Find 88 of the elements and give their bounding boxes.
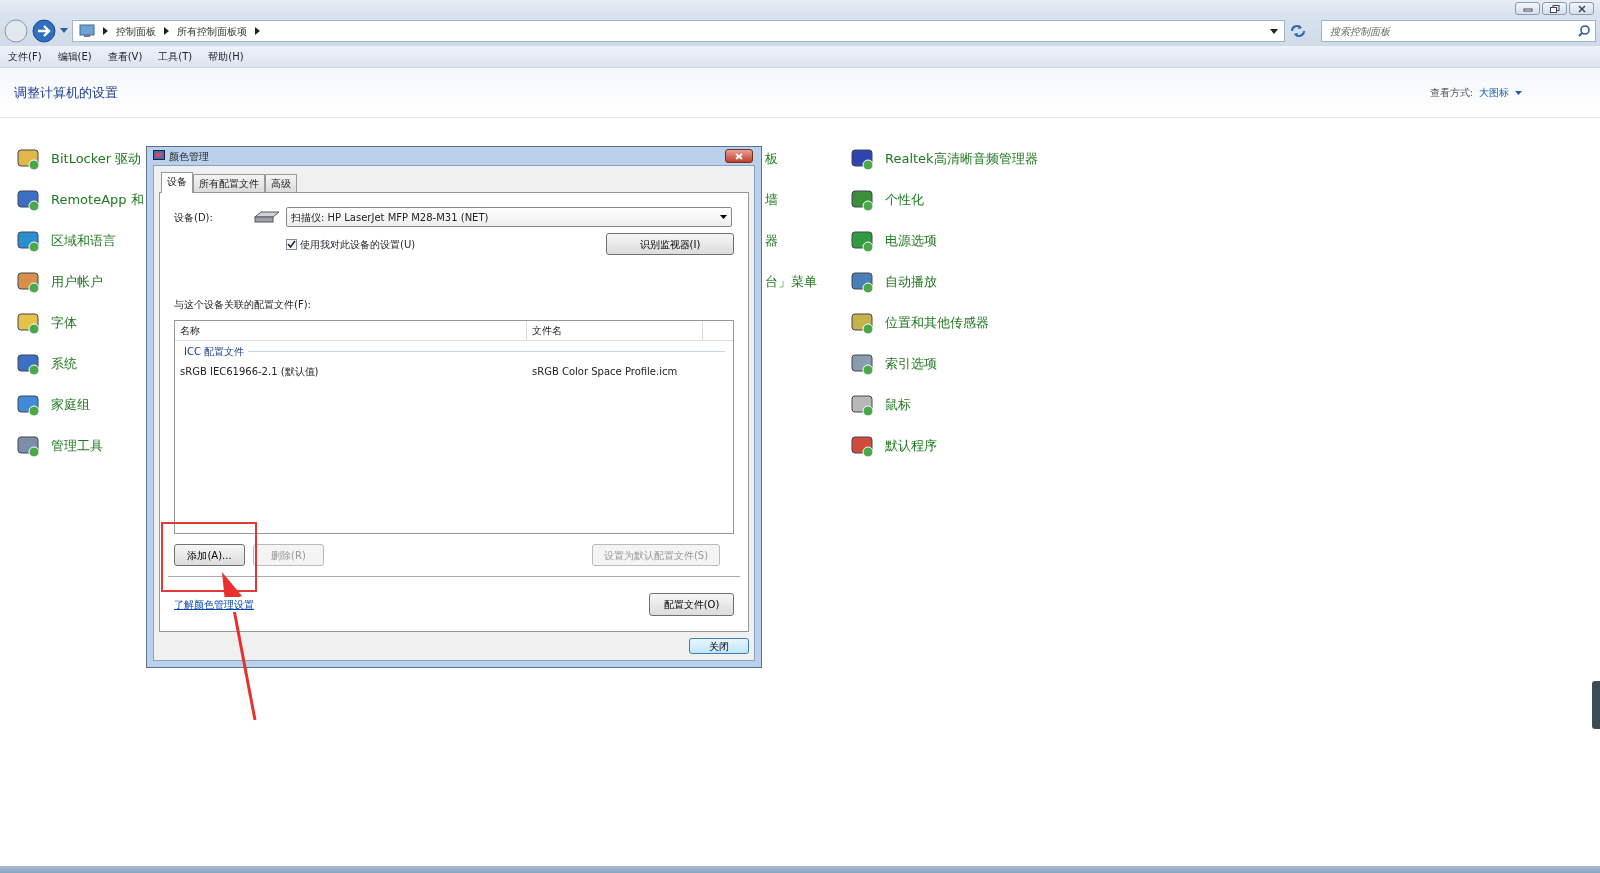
control-panel-icon <box>16 351 42 377</box>
control-panel-link[interactable]: 字体 <box>51 313 77 333</box>
control-panel-link[interactable]: 板 <box>765 149 778 169</box>
view-label: 查看方式: <box>1429 86 1473 100</box>
control-panel-link[interactable]: BitLocker 驱动 <box>51 149 142 169</box>
control-panel-icon <box>850 310 876 336</box>
control-panel-link[interactable]: 器 <box>765 231 778 251</box>
action-button[interactable]: 添加(A)... <box>174 544 245 566</box>
tab[interactable]: 高级 <box>265 174 297 192</box>
device-dropdown[interactable]: 扫描仪: HP LaserJet MFP M28-M31 (NET) <box>286 207 732 227</box>
refresh-icon[interactable] <box>1289 23 1307 39</box>
control-panel-icon <box>850 228 876 254</box>
chevron-icon <box>103 27 108 35</box>
section-label: 与这个设备关联的配置文件(F): <box>174 298 312 312</box>
tab[interactable]: 设备 <box>161 172 193 193</box>
profiles-button[interactable]: 配置文件(O) <box>649 593 734 616</box>
scanner-icon <box>254 211 280 223</box>
dropdown-icon <box>720 215 727 219</box>
forward-button[interactable] <box>32 19 56 43</box>
menu-item[interactable]: 文件(F) <box>8 49 42 64</box>
control-panel-icon <box>850 187 876 213</box>
control-panel-link[interactable]: RemoteApp 和 <box>51 190 144 210</box>
address-bar[interactable]: 控制面板 所有控制面板项 <box>72 20 1285 42</box>
table-cell-text: sRGB Color Space Profile.icm <box>531 365 679 379</box>
dropdown-icon[interactable] <box>1270 28 1278 34</box>
breadcrumb[interactable]: 控制面板 <box>116 23 156 39</box>
column-header[interactable]: 名称 <box>175 321 527 340</box>
control-panel-link[interactable]: 索引选项 <box>885 354 937 374</box>
minimize-icon <box>1522 5 1533 12</box>
control-panel-icon <box>16 310 42 336</box>
control-panel-icon <box>16 187 42 213</box>
control-panel-icon <box>16 392 42 418</box>
control-panel-link[interactable]: 位置和其他传感器 <box>885 313 989 333</box>
control-panel-link[interactable]: 家庭组 <box>51 395 90 415</box>
control-panel-link[interactable]: 电源选项 <box>885 231 937 251</box>
column-header[interactable]: 文件名 <box>527 321 703 340</box>
menu-item[interactable]: 帮助(H) <box>208 49 244 64</box>
menu-item[interactable]: 编辑(E) <box>57 49 92 64</box>
control-panel-link[interactable]: 台」菜单 <box>765 272 817 292</box>
control-panel-icon <box>850 392 876 418</box>
page-title: 调整计算机的设置 <box>14 83 118 102</box>
caret-icon[interactable] <box>1515 90 1522 95</box>
breadcrumb[interactable]: 所有控制面板项 <box>177 23 247 39</box>
control-panel-link[interactable]: 管理工具 <box>51 436 103 456</box>
search-icon <box>1578 25 1590 37</box>
control-panel-link[interactable]: 墙 <box>765 190 778 210</box>
control-panel-link[interactable]: 用户帐户 <box>51 272 103 292</box>
scroll-handle[interactable] <box>1592 681 1600 729</box>
close-dialog-button[interactable]: 关闭 <box>689 638 749 654</box>
control-panel-link[interactable]: 默认程序 <box>885 436 937 456</box>
control-panel-icon <box>850 146 876 172</box>
color-management-icon <box>153 150 165 162</box>
group-header: ICC 配置文件 <box>184 345 245 359</box>
close-icon <box>1577 4 1586 13</box>
control-panel-link[interactable]: 区域和语言 <box>51 231 116 251</box>
dialog-title: 颜色管理 <box>169 149 209 164</box>
field-label: 设备(D): <box>174 210 214 225</box>
view-mode-dropdown[interactable]: 大图标 <box>1479 85 1509 100</box>
tab[interactable]: 所有配置文件 <box>193 174 265 192</box>
checkbox-label[interactable]: 使用我对此设备的设置(U) <box>300 236 416 252</box>
control-panel-icon <box>16 269 42 295</box>
help-link[interactable]: 了解颜色管理设置 <box>174 597 254 612</box>
control-panel-icon <box>79 24 95 38</box>
table-cell-text: sRGB IEC61966-2.1 (默认值) <box>179 365 320 379</box>
close-icon <box>735 152 743 160</box>
checkbox[interactable] <box>286 238 297 250</box>
control-panel-icon <box>850 351 876 377</box>
dialog-close-button[interactable] <box>725 149 753 163</box>
chevron-icon <box>164 27 169 35</box>
control-panel-link[interactable]: 系统 <box>51 354 77 374</box>
restore-icon <box>1549 4 1560 13</box>
restore-button[interactable] <box>1542 2 1567 15</box>
control-panel-link[interactable]: Realtek高清晰音频管理器 <box>885 149 1038 169</box>
menu-item[interactable]: 工具(T) <box>158 49 193 64</box>
chevron-icon <box>255 27 260 35</box>
history-dropdown-icon[interactable] <box>60 28 68 34</box>
search-field[interactable]: 搜索控制面板 <box>1321 20 1596 42</box>
control-panel-link[interactable]: 个性化 <box>885 190 924 210</box>
control-panel-icon <box>16 146 42 172</box>
menu-item[interactable]: 查看(V) <box>107 49 143 64</box>
control-panel-icon <box>850 433 876 459</box>
control-panel-link[interactable]: 自动播放 <box>885 272 937 292</box>
identify-monitor-button[interactable]: 识别监视器(I) <box>606 233 734 255</box>
control-panel-link[interactable]: 鼠标 <box>885 395 911 415</box>
close-button[interactable] <box>1569 2 1594 15</box>
control-panel-icon <box>16 433 42 459</box>
control-panel-icon <box>850 269 876 295</box>
control-panel-icon <box>16 228 42 254</box>
